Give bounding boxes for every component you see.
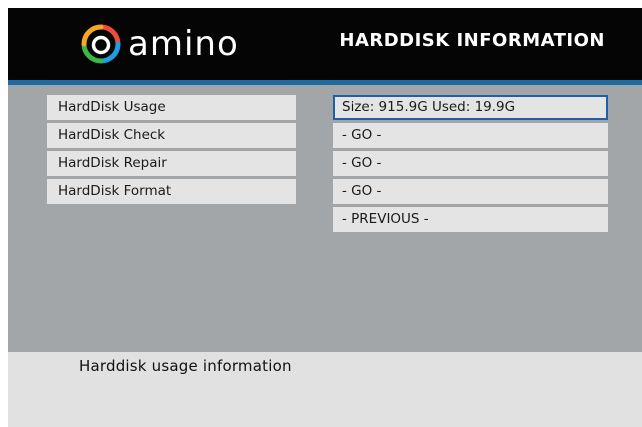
logo-text: amino: [128, 24, 239, 64]
amino-swirl-logo-icon: [81, 24, 121, 64]
tv-screen: amino HARDDISK INFORMATION HardDisk Usag…: [8, 8, 642, 427]
main-panel: HardDisk Usage HardDisk Check HardDisk R…: [8, 85, 642, 352]
harddisk-repair-go-button[interactable]: - GO -: [333, 151, 608, 176]
menu-item-harddisk-format[interactable]: HardDisk Format: [47, 179, 296, 204]
brand-logo: amino: [80, 22, 239, 66]
previous-button[interactable]: - PREVIOUS -: [333, 207, 608, 232]
harddisk-format-go-button[interactable]: - GO -: [333, 179, 608, 204]
menu-item-harddisk-check[interactable]: HardDisk Check: [47, 123, 296, 148]
header-bar: amino HARDDISK INFORMATION: [8, 8, 642, 80]
help-text: Harddisk usage information: [79, 357, 292, 375]
harddisk-usage-value[interactable]: Size: 915.9G Used: 19.9G: [333, 95, 608, 120]
help-panel: Harddisk usage information: [8, 352, 642, 427]
menu-item-harddisk-repair[interactable]: HardDisk Repair: [47, 151, 296, 176]
harddisk-check-go-button[interactable]: - GO -: [333, 123, 608, 148]
option-labels: HardDisk Usage HardDisk Check HardDisk R…: [47, 95, 296, 207]
menu-item-harddisk-usage[interactable]: HardDisk Usage: [47, 95, 296, 120]
option-values: Size: 915.9G Used: 19.9G - GO - - GO - -…: [333, 95, 608, 235]
page-title: HARDDISK INFORMATION: [339, 30, 605, 51]
